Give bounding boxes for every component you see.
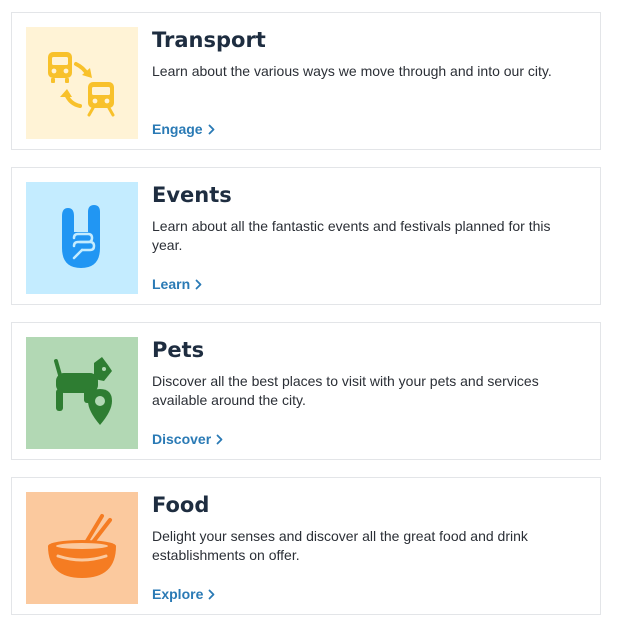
link-label: Learn [152, 276, 191, 292]
chevron-right-icon [195, 279, 202, 289]
link-label: Explore [152, 586, 204, 602]
dog-location-icon [54, 357, 112, 425]
card-description: Discover all the best places to visit wi… [152, 373, 539, 408]
learn-link[interactable]: Learn [152, 275, 202, 293]
discover-link[interactable]: Discover [152, 430, 223, 448]
explore-link[interactable]: Explore [152, 585, 215, 603]
card-transport: Transport Learn about the various ways w… [11, 12, 601, 150]
chevron-right-icon [208, 589, 215, 599]
rock-hand-icon [62, 205, 100, 268]
card-food: Food Delight your senses and discover al… [11, 477, 601, 615]
card-thumbnail [26, 182, 138, 294]
chevron-right-icon [208, 124, 214, 134]
link-label: Discover [152, 431, 212, 447]
card-title: Pets [152, 338, 205, 362]
card-description: Learn about all the fantastic events and… [152, 218, 551, 253]
bus-train-icon [48, 52, 115, 117]
card-title: Events [152, 183, 232, 207]
engage-link[interactable]: Engage [152, 120, 215, 138]
link-label: Engage [152, 121, 203, 137]
card-description: Learn about the various ways we move thr… [152, 63, 552, 79]
card-title: Food [152, 493, 210, 517]
card-thumbnail [26, 337, 138, 449]
card-list: Transport Learn about the various ways w… [0, 0, 618, 643]
card-thumbnail [26, 27, 138, 139]
card-pets: Pets Discover all the best places to vis… [11, 322, 601, 460]
card-thumbnail [26, 492, 138, 604]
card-description: Delight your senses and discover all the… [152, 528, 528, 563]
bowl-chopsticks-icon [48, 514, 116, 578]
chevron-right-icon [216, 434, 223, 444]
card-title: Transport [152, 28, 266, 52]
card-events: Events Learn about all the fantastic eve… [11, 167, 601, 305]
